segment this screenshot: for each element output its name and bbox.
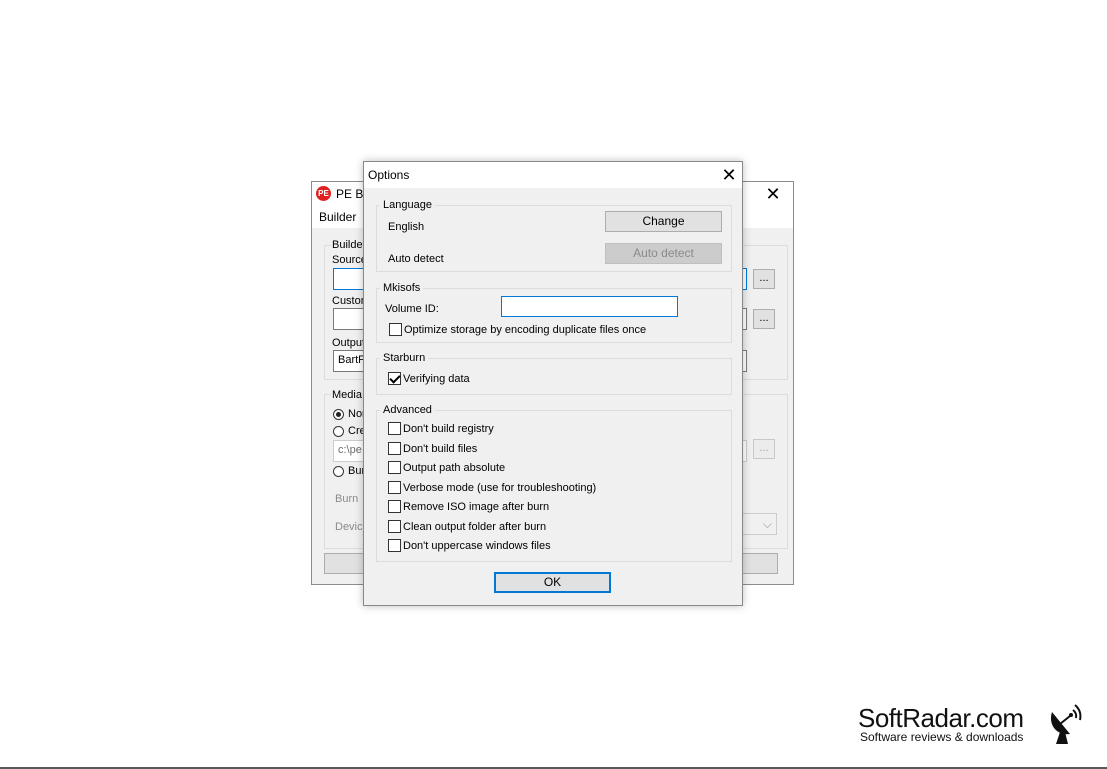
optimize-label: Optimize storage by encoding duplicate f… bbox=[404, 324, 647, 336]
verify-data-label: Verifying data bbox=[403, 373, 470, 385]
verbose-mode-checkbox[interactable] bbox=[388, 481, 401, 494]
starburn-group-title: Starburn bbox=[380, 352, 429, 364]
radio-none[interactable] bbox=[333, 409, 344, 420]
remove-iso-checkbox[interactable] bbox=[388, 500, 401, 513]
chevron-down-icon: ⌵ bbox=[762, 517, 772, 531]
remove-iso-label: Remove ISO image after burn bbox=[403, 501, 550, 513]
dont-build-registry-label: Don't build registry bbox=[403, 423, 494, 435]
media-group-label: Media bbox=[331, 389, 363, 401]
source-label: Source bbox=[332, 254, 367, 266]
volume-id-label: Volume ID: bbox=[385, 303, 439, 315]
optimize-checkbox[interactable] bbox=[389, 323, 402, 336]
language-group-title: Language bbox=[380, 199, 435, 211]
custom-browse-button[interactable]: ... bbox=[753, 309, 775, 329]
dont-uppercase-label: Don't uppercase windows files bbox=[403, 540, 551, 552]
dont-build-files-checkbox[interactable] bbox=[388, 442, 401, 455]
volume-id-input[interactable] bbox=[501, 296, 678, 317]
options-dialog: Options ✕ Language English Auto detect C… bbox=[363, 161, 743, 606]
language-auto-label: Auto detect bbox=[388, 253, 444, 265]
close-icon[interactable]: ✕ bbox=[717, 163, 741, 187]
output-path-absolute-label: Output path absolute bbox=[403, 462, 506, 474]
app-logo-icon: PE bbox=[316, 186, 331, 201]
output-label: Output bbox=[332, 337, 366, 349]
menu-builder[interactable]: Builder bbox=[319, 210, 356, 224]
watermark-tagline: Software reviews & downloads bbox=[860, 730, 1024, 744]
mkisofs-group-title: Mkisofs bbox=[380, 282, 424, 294]
radio-burn[interactable] bbox=[333, 466, 344, 477]
dialog-title: Options bbox=[368, 168, 410, 182]
language-current: English bbox=[388, 221, 425, 233]
builder-group-label: Builder bbox=[331, 239, 368, 251]
burn-label: Burn bbox=[335, 493, 359, 505]
output-path-absolute-checkbox[interactable] bbox=[388, 461, 401, 474]
clean-output-checkbox[interactable] bbox=[388, 520, 401, 533]
verify-data-checkbox[interactable] bbox=[388, 372, 401, 385]
satellite-dish-icon bbox=[1050, 704, 1082, 744]
dont-uppercase-checkbox[interactable] bbox=[388, 539, 401, 552]
iso-browse-button[interactable]: ... bbox=[753, 439, 775, 459]
source-browse-button[interactable]: ... bbox=[753, 269, 775, 289]
close-icon[interactable]: ✕ bbox=[761, 182, 785, 206]
radio-create-iso[interactable] bbox=[333, 426, 344, 437]
dialog-titlebar: Options ✕ bbox=[364, 162, 742, 188]
ok-button[interactable]: OK bbox=[494, 572, 611, 593]
dont-build-files-label: Don't build files bbox=[403, 443, 478, 455]
advanced-group-title: Advanced bbox=[380, 404, 435, 416]
verbose-mode-label: Verbose mode (use for troubleshooting) bbox=[403, 482, 597, 494]
dont-build-registry-checkbox[interactable] bbox=[388, 422, 401, 435]
change-language-button[interactable]: Change bbox=[605, 211, 722, 232]
clean-output-label: Clean output folder after burn bbox=[403, 521, 547, 533]
auto-detect-button[interactable]: Auto detect bbox=[605, 243, 722, 264]
